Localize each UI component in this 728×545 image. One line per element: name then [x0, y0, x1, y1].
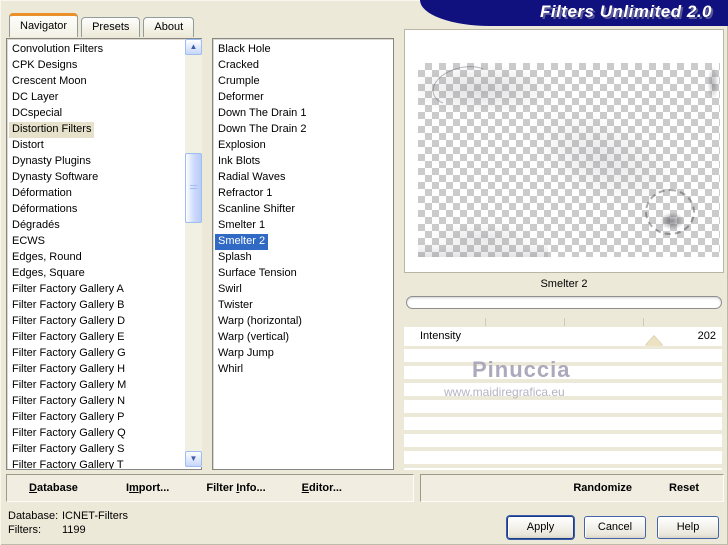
list-item[interactable]: Splash	[215, 249, 393, 265]
list-item[interactable]: Filter Factory Gallery D	[9, 313, 201, 329]
list-item[interactable]: Black Hole	[215, 41, 393, 57]
list-item[interactable]: Smelter 2	[215, 233, 393, 250]
list-item[interactable]: Warp Jump	[215, 345, 393, 361]
slider-ticks	[406, 318, 722, 326]
preview-artifact	[658, 211, 686, 231]
filters-unlimited-dialog: Filters Unlimited 2.0 Navigator Presets …	[0, 0, 728, 545]
list-item[interactable]: Crumple	[215, 73, 393, 89]
tab-presets[interactable]: Presets	[81, 17, 141, 37]
list-item[interactable]: Refractor 1	[215, 185, 393, 201]
list-item[interactable]: Dynasty Software	[9, 169, 201, 185]
intensity-label: Intensity	[420, 330, 461, 342]
list-item[interactable]: Ink Blots	[215, 153, 393, 169]
reset-button[interactable]: Reset	[669, 482, 699, 494]
tab-navigator[interactable]: Navigator	[9, 13, 79, 37]
list-item[interactable]: Crescent Moon	[9, 73, 201, 89]
status-area: Database: ICNET-Filters Filters: 1199	[8, 510, 128, 536]
apply-button[interactable]: Apply	[507, 516, 574, 539]
list-item[interactable]: Warp (vertical)	[215, 329, 393, 345]
list-item[interactable]: Filter Factory Gallery N	[9, 393, 201, 409]
list-item[interactable]: Filter Factory Gallery G	[9, 345, 201, 361]
category-scrollbar[interactable]: ▲ ▼	[185, 39, 202, 467]
list-item[interactable]: CPK Designs	[9, 57, 201, 73]
intensity-slider-thumb[interactable]	[645, 336, 663, 346]
preview-artifact	[428, 60, 498, 112]
list-item[interactable]: Filter Factory Gallery M	[9, 377, 201, 393]
list-item[interactable]: Filter Factory Gallery A	[9, 281, 201, 297]
list-item[interactable]: Twister	[215, 297, 393, 313]
list-item[interactable]: Whirl	[215, 361, 393, 377]
database-button[interactable]: Database	[29, 482, 78, 494]
list-item[interactable]: Edges, Round	[9, 249, 201, 265]
list-item[interactable]: Smelter 1	[215, 217, 393, 233]
scroll-down-icon: ▼	[189, 454, 198, 463]
selected-filter-caption: Smelter 2	[540, 278, 588, 290]
list-item[interactable]: DC Layer	[9, 89, 201, 105]
list-item[interactable]: Scanline Shifter	[215, 201, 393, 217]
list-item[interactable]: Déformations	[9, 201, 201, 217]
list-item[interactable]: ECWS	[9, 233, 201, 249]
progress-bar	[406, 296, 722, 309]
list-item[interactable]: Radial Waves	[215, 169, 393, 185]
intensity-value: 202	[697, 330, 716, 342]
filters-count-label: Filters:	[8, 524, 41, 536]
list-item[interactable]: Filter Factory Gallery E	[9, 329, 201, 345]
list-item[interactable]: Warp (horizontal)	[215, 313, 393, 329]
database-status-value: ICNET-Filters	[62, 510, 128, 522]
scroll-down-button[interactable]: ▼	[185, 451, 202, 467]
list-item[interactable]: Distort	[9, 137, 201, 153]
database-status-label: Database:	[8, 510, 59, 522]
list-item[interactable]: Filter Factory Gallery H	[9, 361, 201, 377]
list-item[interactable]: Down The Drain 1	[215, 105, 393, 121]
scroll-thumb[interactable]	[185, 153, 202, 223]
tab-bar: Navigator Presets About	[9, 13, 195, 37]
list-item[interactable]: Cracked	[215, 57, 393, 73]
editor-button[interactable]: Editor...	[302, 482, 342, 494]
preview-artifact	[422, 221, 542, 255]
filters-count-value: 1199	[62, 524, 86, 536]
right-toolbar: Randomize Reset	[420, 474, 724, 502]
list-item[interactable]: Deformer	[215, 89, 393, 105]
preview-artifact	[706, 63, 720, 103]
list-item[interactable]: Dynasty Plugins	[9, 153, 201, 169]
list-item[interactable]: Déformation	[9, 185, 201, 201]
scroll-up-button[interactable]: ▲	[185, 39, 202, 55]
cancel-button[interactable]: Cancel	[584, 516, 646, 539]
list-item[interactable]: Filter Factory Gallery S	[9, 441, 201, 457]
filter-list[interactable]: Black Hole Cracked Crumple Deformer Down The…	[212, 38, 394, 470]
preview-artifact	[418, 242, 548, 257]
watermark-name: Pinuccia	[472, 357, 571, 382]
preview-artifact	[418, 63, 558, 111]
list-item[interactable]: Dégradés	[9, 217, 201, 233]
list-item[interactable]: Filter Factory Gallery T	[9, 457, 201, 469]
help-button[interactable]: Help	[657, 516, 719, 539]
list-item[interactable]: Filter Factory Gallery Q	[9, 425, 201, 441]
title-banner: Filters Unlimited 2.0	[420, 0, 728, 26]
watermark-url: www.maidiregrafica.eu	[444, 385, 565, 399]
scroll-up-icon: ▲	[189, 42, 198, 51]
list-item[interactable]: Explosion	[215, 137, 393, 153]
filter-info-button[interactable]: Filter Info...	[206, 482, 265, 494]
preview-image	[418, 60, 720, 257]
tab-about[interactable]: About	[143, 17, 195, 37]
preview-artifact	[645, 189, 695, 235]
list-item[interactable]: Surface Tension	[215, 265, 393, 281]
randomize-button[interactable]: Randomize	[573, 482, 632, 494]
list-item[interactable]: Convolution Filters	[9, 41, 201, 57]
list-item[interactable]: DCspecial	[9, 105, 201, 121]
window-title: Filters Unlimited 2.0	[539, 2, 712, 21]
intensity-slider[interactable]: Intensity 202	[404, 327, 722, 346]
list-item[interactable]: Edges, Square	[9, 265, 201, 281]
list-item[interactable]: Down The Drain 2	[215, 121, 393, 137]
list-item[interactable]: Filter Factory Gallery B	[9, 297, 201, 313]
preview-artifact	[501, 80, 705, 237]
left-toolbar: Database Import... Filter Info... Editor…	[6, 474, 414, 502]
preview-panel	[404, 29, 724, 273]
category-list[interactable]: Convolution Filters CPK Designs Crescent M…	[6, 38, 202, 470]
list-item[interactable]: Distortion Filters	[9, 121, 201, 138]
list-item[interactable]: Swirl	[215, 281, 393, 297]
list-item[interactable]: Filter Factory Gallery P	[9, 409, 201, 425]
import-button[interactable]: Import...	[126, 482, 169, 494]
